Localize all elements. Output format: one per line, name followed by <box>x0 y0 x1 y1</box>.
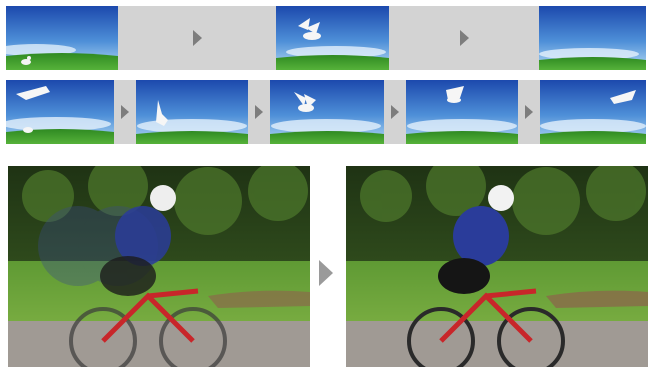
play-triangle-icon <box>459 30 469 46</box>
mid-frame-3 <box>270 80 384 144</box>
play-triangle-icon <box>319 260 333 286</box>
arrow-gap <box>316 258 336 288</box>
mid-gap-3 <box>384 80 406 144</box>
mid-frame-1 <box>6 80 114 144</box>
mid-frame-4 <box>406 80 518 144</box>
top-frame-2 <box>276 6 389 70</box>
top-gap-2 <box>389 6 539 70</box>
mid-frame-2 <box>136 80 248 144</box>
top-frame-1 <box>6 6 118 70</box>
play-triangle-icon <box>192 30 202 46</box>
play-triangle-icon <box>391 105 399 119</box>
top-frame-3 <box>539 6 646 70</box>
mid-frame-5 <box>540 80 646 144</box>
mid-gap-2 <box>248 80 270 144</box>
top-gap-1 <box>118 6 276 70</box>
play-triangle-icon <box>121 105 129 119</box>
mid-gap-4 <box>518 80 540 144</box>
play-triangle-icon <box>525 105 533 119</box>
photo-blurred-cyclist <box>8 166 310 367</box>
photo-sharp-cyclist <box>346 166 648 367</box>
play-triangle-icon <box>255 105 263 119</box>
mid-gap-1 <box>114 80 136 144</box>
